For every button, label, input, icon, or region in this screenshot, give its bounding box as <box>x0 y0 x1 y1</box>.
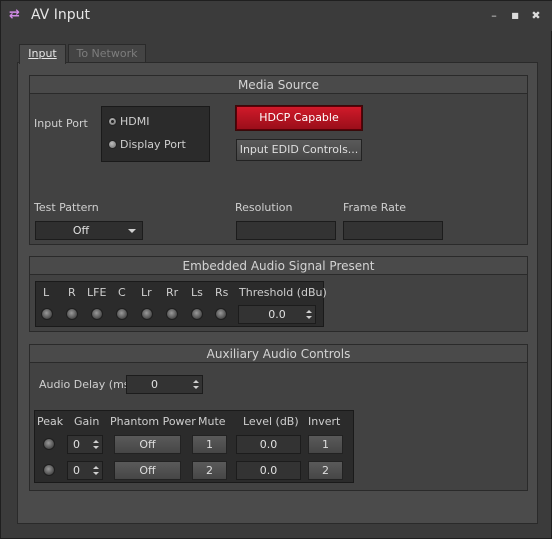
spin-up-icon[interactable] <box>193 380 199 383</box>
spin-up-icon[interactable] <box>306 310 312 313</box>
mute-button-1[interactable]: 1 <box>192 435 227 454</box>
spin-up-icon[interactable] <box>93 440 99 443</box>
spin-down-icon[interactable] <box>193 386 199 389</box>
aux-audio-group: Auxiliary Audio Controls Audio Delay (ms… <box>29 344 528 491</box>
gain-spinbox-1[interactable]: 0 <box>67 435 103 454</box>
chevron-down-icon <box>128 229 136 233</box>
phantom-power-button-2[interactable]: Off <box>114 461 181 480</box>
gain-value-1: 0 <box>73 438 80 451</box>
frame-rate-label: Frame Rate <box>343 201 406 214</box>
channel-label-r: R <box>68 286 76 299</box>
gain-spinbox-2[interactable]: 0 <box>67 461 103 480</box>
phantom-power-header: Phantom Power <box>110 415 196 428</box>
mute-header: Mute <box>198 415 226 428</box>
spin-down-icon[interactable] <box>93 472 99 475</box>
signal-led-l <box>41 308 53 320</box>
invert-button-1[interactable]: 1 <box>308 435 343 454</box>
invert-header: Invert <box>308 415 341 428</box>
input-port-label: Input Port <box>34 117 88 130</box>
window-title: AV Input <box>31 7 90 23</box>
peak-header: Peak <box>37 415 64 428</box>
embedded-audio-panel: L R LFE C Lr Rr Ls Rs Threshold (dBu) 0.… <box>35 281 327 327</box>
level-header: Level (dB) <box>243 415 299 428</box>
spin-up-icon[interactable] <box>93 466 99 469</box>
embedded-audio-group: Embedded Audio Signal Present L R LFE C … <box>29 256 528 332</box>
av-input-window: ⇄ AV Input – ■ ✖ Input To Network Media … <box>0 0 552 539</box>
invert-button-2[interactable]: 2 <box>308 461 343 480</box>
input-edid-controls-button[interactable]: Input EDID Controls... <box>236 139 362 161</box>
level-field-1[interactable]: 0.0 <box>236 435 301 454</box>
channel-label-l: L <box>43 286 50 299</box>
spin-down-icon[interactable] <box>93 446 99 449</box>
gain-value-2: 0 <box>73 464 80 477</box>
peak-led-1 <box>43 438 55 450</box>
swap-arrows-icon: ⇄ <box>9 7 20 22</box>
embedded-audio-title: Embedded Audio Signal Present <box>30 257 527 275</box>
audio-delay-value: 0 <box>151 378 158 391</box>
signal-led-lfe <box>91 308 103 320</box>
input-port-radio-group: HDMI Display Port <box>101 106 210 162</box>
aux-audio-title: Auxiliary Audio Controls <box>30 345 527 363</box>
display-port-radio[interactable] <box>108 140 117 149</box>
hdmi-radio[interactable] <box>108 117 117 126</box>
display-port-label[interactable]: Display Port <box>120 138 186 151</box>
test-pattern-dropdown[interactable]: Off <box>35 221 143 240</box>
frame-rate-field <box>343 221 443 240</box>
resolution-label: Resolution <box>235 201 293 214</box>
channel-label-lr: Lr <box>141 286 152 299</box>
media-source-group: Media Source Input Port HDMI Display Por… <box>29 75 528 245</box>
maximize-button[interactable]: ■ <box>508 9 522 23</box>
minimize-button[interactable]: – <box>487 9 501 23</box>
resolution-field <box>236 221 336 240</box>
signal-led-ls <box>191 308 203 320</box>
channel-label-lfe: LFE <box>87 286 107 299</box>
aux-audio-table: Peak Gain Phantom Power Mute Level (dB) … <box>34 410 354 483</box>
spin-down-icon[interactable] <box>306 316 312 319</box>
hdmi-label[interactable]: HDMI <box>120 115 149 128</box>
signal-led-rs <box>215 308 227 320</box>
signal-led-c <box>116 308 128 320</box>
threshold-spinbox[interactable]: 0.0 <box>238 305 316 324</box>
peak-led-2 <box>43 464 55 476</box>
test-pattern-label: Test Pattern <box>34 201 99 214</box>
signal-led-r <box>66 308 78 320</box>
title-bar: ⇄ AV Input – ■ ✖ <box>1 1 552 31</box>
hdcp-capable-button[interactable]: HDCP Capable <box>236 106 362 130</box>
test-pattern-value: Off <box>72 224 90 237</box>
threshold-label: Threshold (dBu) <box>239 286 327 299</box>
audio-delay-spinbox[interactable]: 0 <box>126 375 203 394</box>
phantom-power-button-1[interactable]: Off <box>114 435 181 454</box>
channel-label-rs: Rs <box>215 286 229 299</box>
signal-led-lr <box>141 308 153 320</box>
tab-content: Media Source Input Port HDMI Display Por… <box>17 62 538 524</box>
channel-label-c: C <box>118 286 126 299</box>
mute-button-2[interactable]: 2 <box>192 461 227 480</box>
channel-label-rr: Rr <box>166 286 179 299</box>
gain-header: Gain <box>74 415 100 428</box>
close-button[interactable]: ✖ <box>529 9 543 23</box>
level-field-2[interactable]: 0.0 <box>236 461 301 480</box>
tab-input[interactable]: Input <box>19 44 66 64</box>
tab-to-network[interactable]: To Network <box>68 44 146 63</box>
threshold-value: 0.0 <box>268 308 286 321</box>
media-source-title: Media Source <box>30 76 527 94</box>
signal-led-rr <box>166 308 178 320</box>
channel-label-ls: Ls <box>191 286 203 299</box>
audio-delay-label: Audio Delay (ms) <box>39 378 134 391</box>
